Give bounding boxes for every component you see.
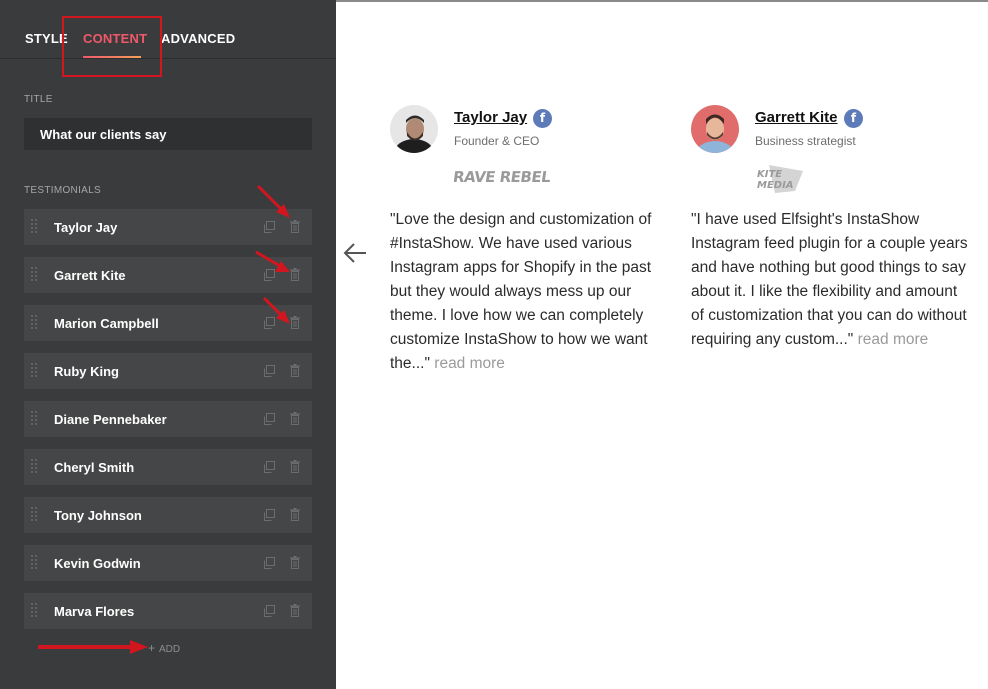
author-name[interactable]: Garrett Kite: [755, 109, 838, 126]
drag-handle-icon[interactable]: [31, 603, 37, 619]
testimonial-item-name: Kevin Godwin: [54, 556, 141, 571]
duplicate-icon[interactable]: [263, 413, 275, 425]
quote-text: "Love the design and customization of #I…: [390, 211, 652, 372]
trash-icon[interactable]: [290, 412, 300, 425]
testimonial-item[interactable]: Marva Flores: [24, 593, 312, 629]
facebook-icon[interactable]: f: [533, 109, 552, 128]
testimonial-item-name: Cheryl Smith: [54, 460, 135, 475]
testimonial-item[interactable]: Marion Campbell: [24, 305, 312, 341]
trash-icon[interactable]: [290, 556, 300, 569]
read-more-link[interactable]: read more: [858, 331, 929, 348]
testimonial-item-name: Marva Flores: [54, 604, 135, 619]
company-logo: RAVE REBEL: [454, 168, 552, 186]
testimonial-item[interactable]: Taylor Jay: [24, 209, 312, 245]
drag-handle-icon[interactable]: [31, 315, 37, 331]
facebook-icon[interactable]: f: [844, 109, 863, 128]
duplicate-icon[interactable]: [263, 557, 275, 569]
testimonial-item-name: Ruby King: [54, 364, 119, 379]
drag-handle-icon[interactable]: [31, 459, 37, 475]
trash-icon[interactable]: [290, 316, 300, 329]
drag-handle-icon[interactable]: [31, 555, 37, 571]
author-name[interactable]: Taylor Jay: [454, 109, 527, 126]
tab-advanced[interactable]: ADVANCED: [161, 31, 235, 46]
duplicate-icon[interactable]: [263, 269, 275, 281]
avatar: [691, 105, 739, 153]
trash-icon[interactable]: [290, 508, 300, 521]
testimonials-section-label: TESTIMONIALS: [24, 185, 101, 196]
company-logo-text-line1: KITE: [757, 169, 782, 180]
testimonial-item-name: Tony Johnson: [54, 508, 142, 523]
add-testimonial-button[interactable]: + ADD: [148, 641, 180, 655]
company-logo: KITE MEDIA: [757, 165, 803, 193]
previous-arrow-icon[interactable]: [342, 241, 368, 265]
testimonial-item-name: Garrett Kite: [54, 268, 126, 283]
editor-sidebar: STYLE CONTENT ADVANCED TITLE TESTIMONIAL…: [0, 0, 336, 689]
duplicate-icon[interactable]: [263, 317, 275, 329]
testimonial-item-name: Diane Pennebaker: [54, 412, 167, 427]
title-input[interactable]: [24, 118, 312, 150]
read-more-link[interactable]: read more: [434, 355, 505, 372]
quote-text: "I have used Elfsight's InstaShow Instag…: [691, 211, 968, 348]
annotation-arrow-icon: [38, 640, 148, 654]
drag-handle-icon[interactable]: [31, 411, 37, 427]
testimonial-item[interactable]: Diane Pennebaker: [24, 401, 312, 437]
trash-icon[interactable]: [290, 460, 300, 473]
trash-icon[interactable]: [290, 220, 300, 233]
duplicate-icon[interactable]: [263, 365, 275, 377]
trash-icon[interactable]: [290, 268, 300, 281]
drag-handle-icon[interactable]: [31, 219, 37, 235]
tab-bar: STYLE CONTENT ADVANCED: [0, 0, 336, 59]
drag-handle-icon[interactable]: [31, 507, 37, 523]
testimonial-item[interactable]: Tony Johnson: [24, 497, 312, 533]
duplicate-icon[interactable]: [263, 605, 275, 617]
testimonial-item-name: Marion Campbell: [54, 316, 159, 331]
duplicate-icon[interactable]: [263, 221, 275, 233]
testimonial-quote: "I have used Elfsight's InstaShow Instag…: [691, 208, 969, 352]
author-role: Founder & CEO: [454, 134, 540, 148]
company-logo-text-line2: MEDIA: [757, 180, 794, 191]
testimonial-quote: "Love the design and customization of #I…: [390, 208, 668, 376]
author-role: Business strategist: [755, 134, 856, 148]
testimonial-item[interactable]: Cheryl Smith: [24, 449, 312, 485]
testimonial-item[interactable]: Garrett Kite: [24, 257, 312, 293]
title-section-label: TITLE: [24, 94, 53, 105]
drag-handle-icon[interactable]: [31, 363, 37, 379]
company-logo-text: RAVE REBEL: [454, 168, 552, 186]
add-label: ADD: [159, 644, 181, 655]
duplicate-icon[interactable]: [263, 509, 275, 521]
testimonial-item-name: Taylor Jay: [54, 220, 118, 235]
trash-icon[interactable]: [290, 604, 300, 617]
annotation-highlight-box: [62, 16, 162, 77]
testimonials-list: Taylor Jay Garrett Kite Marion Campbell …: [24, 209, 312, 641]
testimonial-item[interactable]: Kevin Godwin: [24, 545, 312, 581]
drag-handle-icon[interactable]: [31, 267, 37, 283]
testimonial-item[interactable]: Ruby King: [24, 353, 312, 389]
trash-icon[interactable]: [290, 364, 300, 377]
duplicate-icon[interactable]: [263, 461, 275, 473]
plus-icon: +: [148, 641, 156, 655]
avatar: [390, 105, 438, 153]
